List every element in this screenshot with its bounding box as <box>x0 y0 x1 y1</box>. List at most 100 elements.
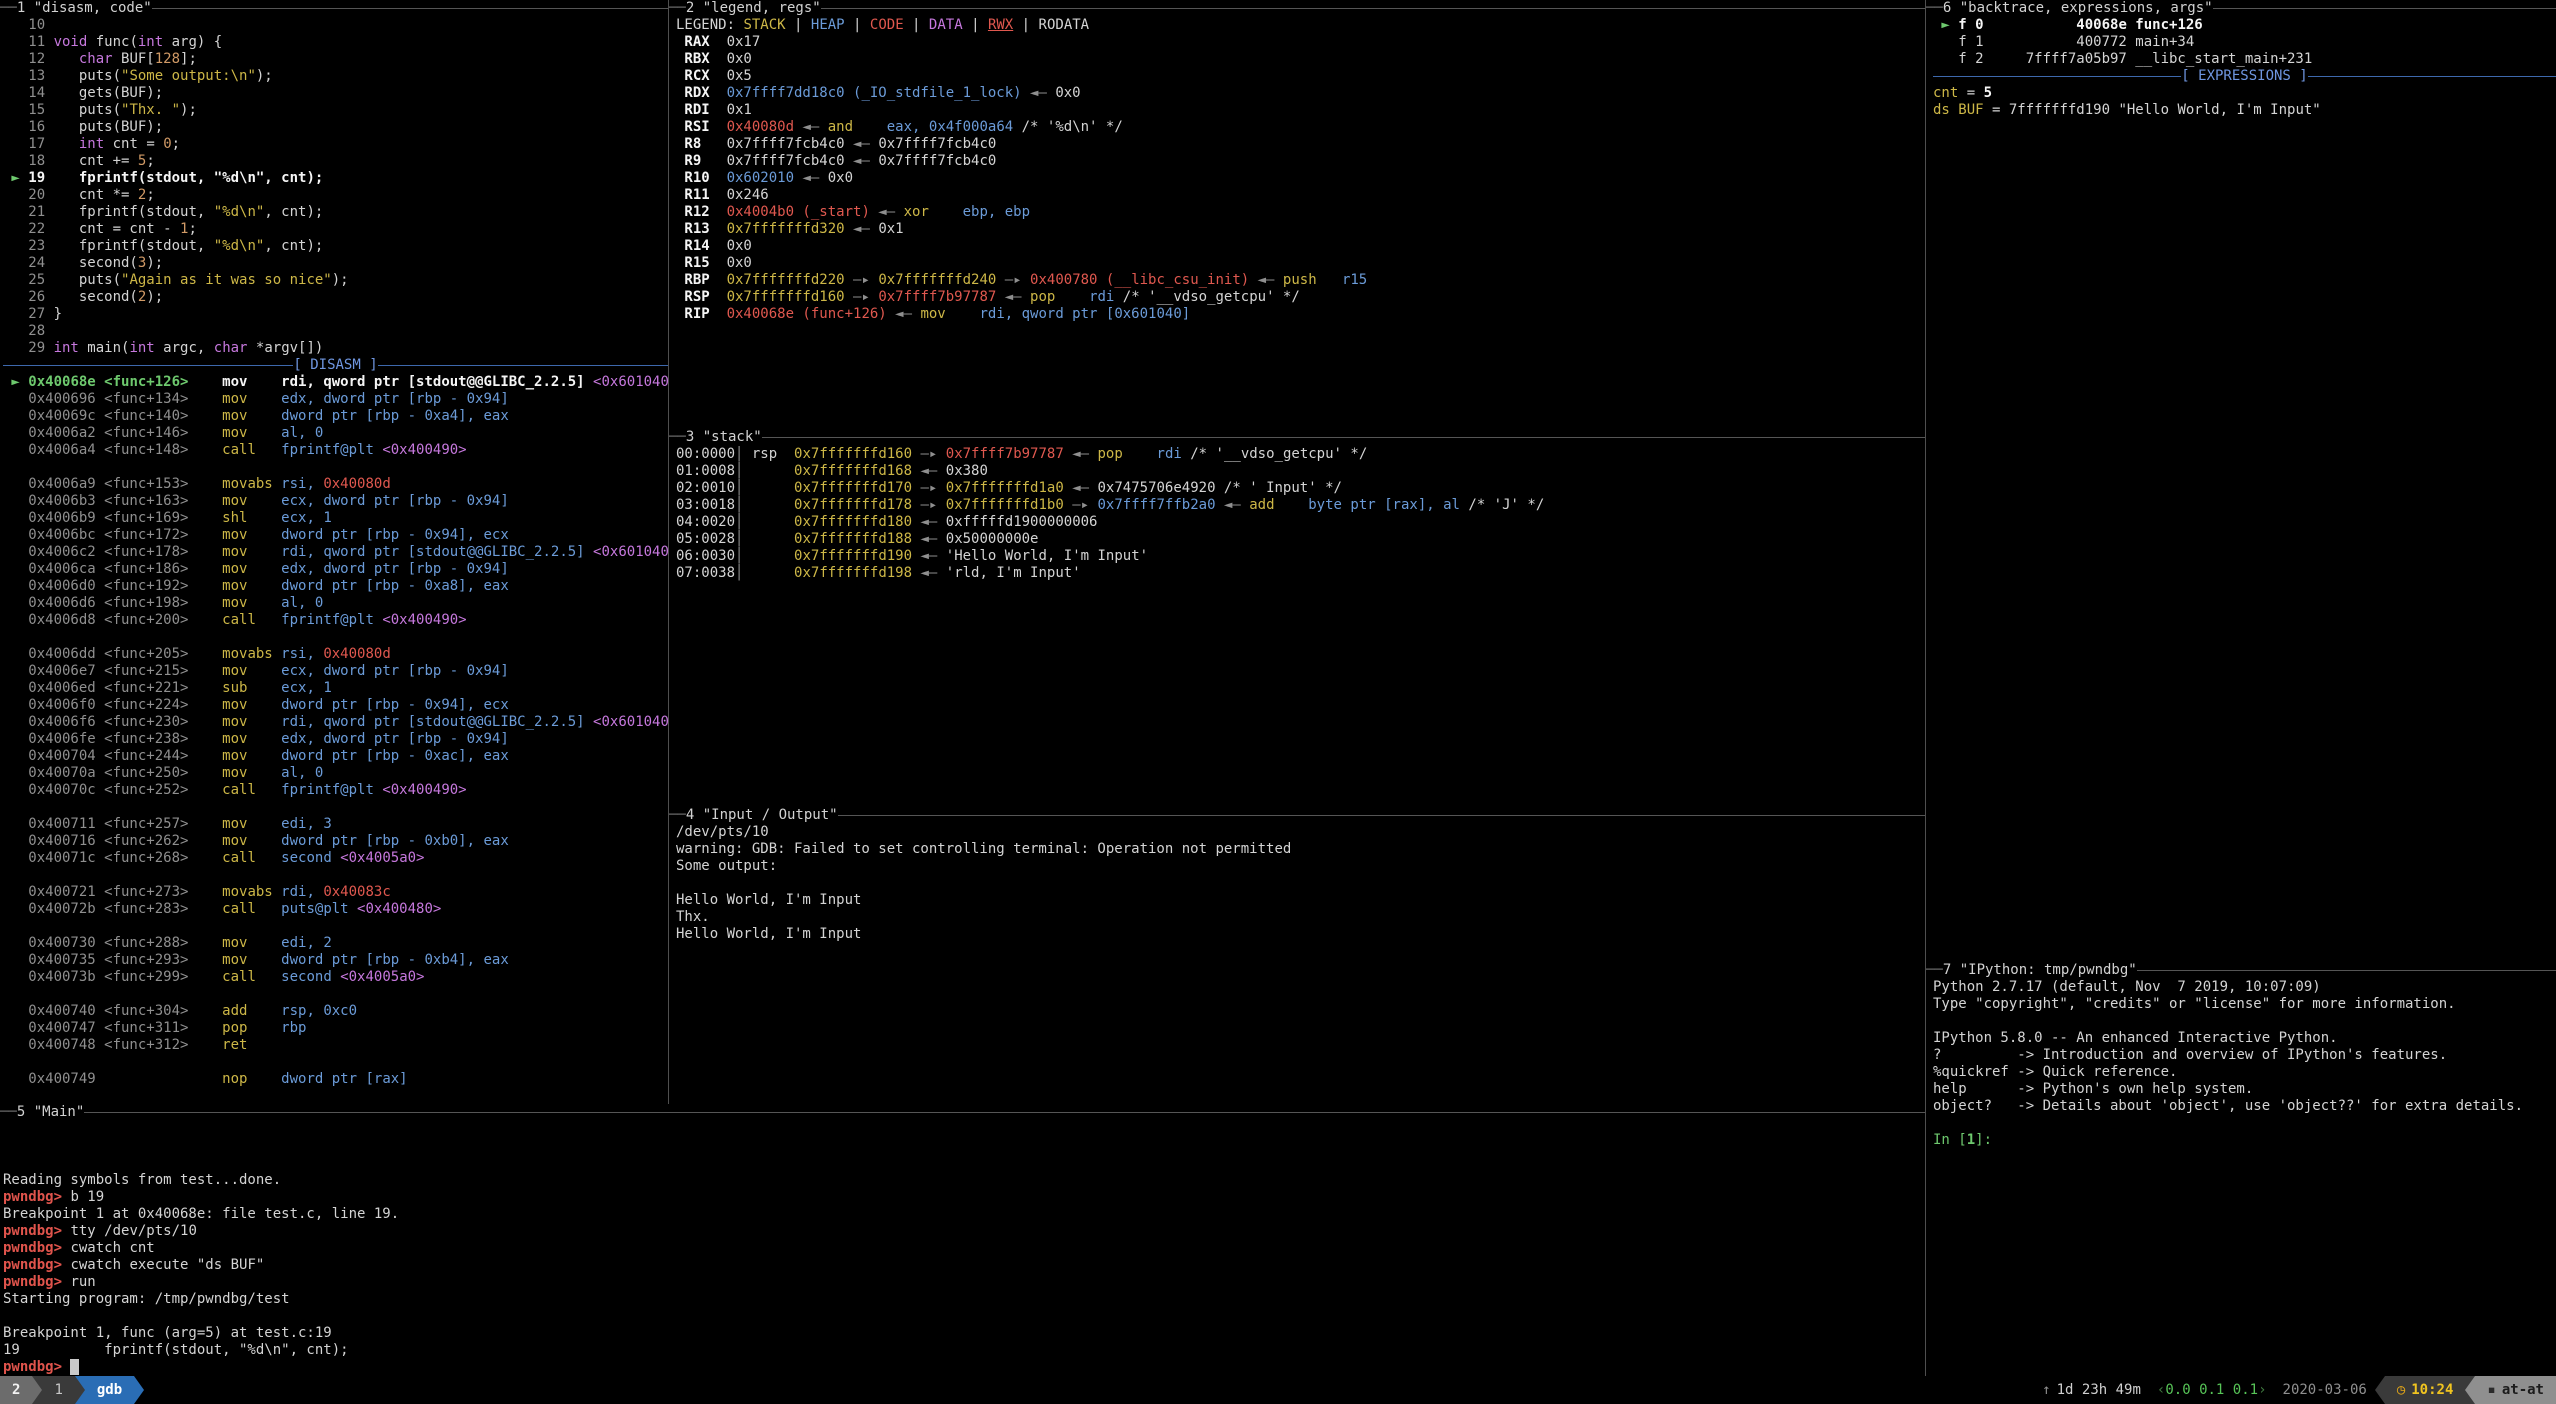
tmux-active-window-tab[interactable]: gdb <box>85 1376 134 1404</box>
title-fill-line <box>2137 970 2556 971</box>
terminal-line: In [1]: <box>1933 1132 2556 1149</box>
title-fill-line <box>821 8 1925 9</box>
powerline-separator <box>134 1376 144 1404</box>
disasm-code-content[interactable]: 10 11 void func(int arg) { 12 char BUF[1… <box>0 17 668 1104</box>
load-values: 0.0 0.1 0.1 <box>2165 1382 2258 1399</box>
terminal-line: %quickref -> Quick reference. <box>1933 1064 2556 1081</box>
terminal-line: RBP 0x7fffffffd220 —▸ 0x7fffffffd240 —▸ … <box>676 272 1925 289</box>
uptime-icon: ↑ <box>2042 1382 2050 1399</box>
terminal-line: 24 second(3); <box>3 255 668 272</box>
status-hostname-segment: ▪at-at <box>2475 1376 2556 1404</box>
terminal-line: 0x40071c <func+268> call second <0x4005a… <box>3 850 668 867</box>
work-area: ──1 "disasm, code" 10 11 void func(int a… <box>0 0 2556 1376</box>
terminal-line: pwndbg> <box>3 1359 1925 1376</box>
terminal-line: 16 puts(BUF); <box>3 119 668 136</box>
title-fill-line <box>152 8 668 9</box>
powerline-separator <box>32 1376 42 1404</box>
terminal-line: R14 0x0 <box>676 238 1925 255</box>
terminal-line: 0x400730 <func+288> mov edi, 2 <box>3 935 668 952</box>
terminal-line: object? -> Details about 'object', use '… <box>1933 1098 2556 1115</box>
terminal-line: RAX 0x17 <box>676 34 1925 51</box>
status-time: 10:24 <box>2411 1382 2453 1399</box>
terminal-line: 22 cnt = cnt - 1; <box>3 221 668 238</box>
pane-title-label: 5 "Main" <box>17 1104 84 1121</box>
terminal-line: ► f 0 40068e func+126 <box>1933 17 2556 34</box>
terminal-line: 23 fprintf(stdout, "%d\n", cnt); <box>3 238 668 255</box>
terminal-line <box>1933 1013 2556 1030</box>
terminal-line: 06:0030│ 0x7fffffffd190 ◄— 'Hello World,… <box>676 548 1925 565</box>
right-column: ──6 "backtrace, expressions, args" ► f 0… <box>1925 0 2556 1376</box>
terminal-line: 0x400711 <func+257> mov edi, 3 <box>3 816 668 833</box>
terminal-line: LEGEND: STACK | HEAP | CODE | DATA | RWX… <box>676 17 1925 34</box>
terminal-line: 0x40070c <func+252> call fprintf@plt <0x… <box>3 782 668 799</box>
terminal-line: Some output: <box>676 858 1925 875</box>
terminal-line: pwndbg> run <box>3 1274 1925 1291</box>
pane-title-stack: ──3 "stack" <box>669 429 1925 446</box>
terminal-line: 0x400696 <func+134> mov edx, dword ptr [… <box>3 391 668 408</box>
gdb-console-content[interactable]: Reading symbols from test...done.pwndbg>… <box>0 1121 1925 1376</box>
terminal-line: 04:0020│ 0x7fffffffd180 ◄— 0xfffffd19000… <box>676 514 1925 531</box>
terminal-line <box>3 986 668 1003</box>
pane-disasm-code: ──1 "disasm, code" 10 11 void func(int a… <box>0 0 669 1104</box>
terminal-line <box>3 1054 668 1071</box>
terminal-line: 11 void func(int arg) { <box>3 34 668 51</box>
terminal-line: help -> Python's own help system. <box>1933 1081 2556 1098</box>
terminal-line: 0x4006d8 <func+200> call fprintf@plt <0x… <box>3 612 668 629</box>
pane-title-label: 1 "disasm, code" <box>17 0 152 17</box>
terminal-line: 0x400740 <func+304> add rsp, 0xc0 <box>3 1003 668 1020</box>
terminal-line: 13 puts("Some output:\n"); <box>3 68 668 85</box>
terminal-line: 0x4006ed <func+221> sub ecx, 1 <box>3 680 668 697</box>
status-date: 2020-03-06 <box>2275 1376 2375 1404</box>
terminal-line: 17 int cnt = 0; <box>3 136 668 153</box>
title-dashes: ── <box>1926 0 1943 17</box>
terminal-line: 0x400704 <func+244> mov dword ptr [rbp -… <box>3 748 668 765</box>
terminal-line: 0x4006b3 <func+163> mov ecx, dword ptr [… <box>3 493 668 510</box>
terminal-line: 10 <box>3 17 668 34</box>
terminal-line: R9 0x7ffff7fcb4c0 ◄— 0x7ffff7fcb4c0 <box>676 153 1925 170</box>
ipython-content[interactable]: Python 2.7.17 (default, Nov 7 2019, 10:0… <box>1926 979 2556 1376</box>
terminal-line: 12 char BUF[128]; <box>3 51 668 68</box>
title-dashes: ── <box>669 807 686 824</box>
left-region: ──1 "disasm, code" 10 11 void func(int a… <box>0 0 1925 1376</box>
terminal-line <box>3 1121 1925 1138</box>
terminal-line: Thx. <box>676 909 1925 926</box>
terminal-line <box>3 799 668 816</box>
tmux-session-indicator[interactable]: 2 <box>0 1376 32 1404</box>
uptime-text: 1d 23h 49m <box>2057 1382 2141 1399</box>
terminal-line: 0x4006bc <func+172> mov dword ptr [rbp -… <box>3 527 668 544</box>
terminal-line: 14 gets(BUF); <box>3 85 668 102</box>
terminal-line: ds BUF = 7fffffffd190 "Hello World, I'm … <box>1933 102 2556 119</box>
pane-title-io: ──4 "Input / Output" <box>669 807 1925 824</box>
title-fill-line <box>762 437 1925 438</box>
tmux-status-bar: 2 1 gdb ↑1d 23h 49m ‹0.0 0.1 0.1› 2020-0… <box>0 1376 2556 1404</box>
terminal-line: 05:0028│ 0x7fffffffd188 ◄— 0x50000000e <box>676 531 1925 548</box>
terminal-line: 0x40070a <func+250> mov al, 0 <box>3 765 668 782</box>
powerline-separator <box>2375 1376 2385 1404</box>
title-dashes: ── <box>0 0 17 17</box>
terminal-line: ► 19 fprintf(stdout, "%d\n", cnt); <box>3 170 668 187</box>
status-right: ↑1d 23h 49m ‹0.0 0.1 0.1› 2020-03-06 ◷10… <box>2034 1376 2556 1404</box>
title-dashes: ── <box>669 429 686 446</box>
terminal-line: 15 puts("Thx. "); <box>3 102 668 119</box>
terminal-line <box>3 459 668 476</box>
registers-content[interactable]: LEGEND: STACK | HEAP | CODE | DATA | RWX… <box>669 17 1925 429</box>
terminal-line: 0x400747 <func+311> pop rbp <box>3 1020 668 1037</box>
pane-backtrace-expressions: ──6 "backtrace, expressions, args" ► f 0… <box>1926 0 2556 962</box>
terminal-line: 0x400735 <func+293> mov dword ptr [rbp -… <box>3 952 668 969</box>
terminal-line: pwndbg> cwatch execute "ds BUF" <box>3 1257 1925 1274</box>
stack-content[interactable]: 00:0000│ rsp 0x7fffffffd160 —▸ 0x7ffff7b… <box>669 446 1925 807</box>
pane-ipython: ──7 "IPython: tmp/pwndbg" Python 2.7.17 … <box>1926 962 2556 1376</box>
io-content[interactable]: /dev/pts/10warning: GDB: Failed to set c… <box>669 824 1925 1104</box>
section-separator-label: [ EXPRESSIONS ] <box>2181 68 2307 85</box>
title-fill-line <box>838 815 1925 816</box>
backtrace-content[interactable]: ► f 0 40068e func+126 f 1 400772 main+34… <box>1926 17 2556 962</box>
tmux-window-index[interactable]: 1 <box>42 1376 74 1404</box>
pane-title-regs: ──2 "legend, regs" <box>669 0 1925 17</box>
pane-legend-regs: ──2 "legend, regs" LEGEND: STACK | HEAP … <box>669 0 1925 429</box>
terminal-line <box>1933 1115 2556 1132</box>
title-fill-line <box>2213 8 2556 9</box>
pane-title-ipython: ──7 "IPython: tmp/pwndbg" <box>1926 962 2556 979</box>
load-open-bracket: ‹ <box>2157 1382 2165 1399</box>
pane-title-label: 3 "stack" <box>686 429 762 446</box>
uptime-indicator: ↑ 1d 23h 49m <box>2034 1376 2149 1404</box>
